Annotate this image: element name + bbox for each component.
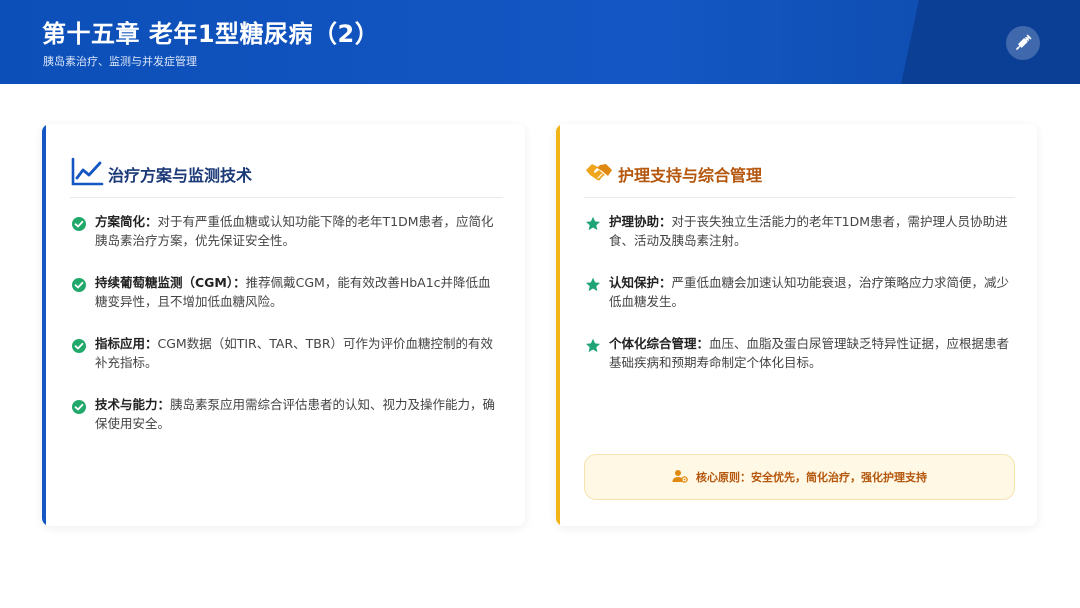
nursing-support-card: 护理支持与综合管理 护理协助：对于丧失独立生活能力的老年T1DM患者，需护理人员…	[556, 124, 1037, 526]
star-icon	[586, 216, 600, 231]
item-label: 个体化综合管理：	[609, 336, 710, 351]
treatment-monitoring-card: 治疗方案与监测技术 方案简化：对于有严重低血糖或认知功能下降的老年T1DM患者，…	[42, 124, 525, 526]
syringe-icon	[1006, 26, 1040, 60]
user-cog-icon	[672, 468, 688, 487]
check-circle-icon	[72, 278, 86, 292]
card-title: 护理支持与综合管理	[618, 165, 763, 185]
header-accent-shape	[901, 0, 1080, 84]
star-icon	[586, 277, 600, 292]
core-principle-box: 核心原则：安全优先，简化治疗，强化护理支持	[584, 454, 1015, 500]
card-accent-bar	[556, 124, 560, 526]
card-accent-bar	[42, 124, 46, 526]
list-item: 方案简化：对于有严重低血糖或认知功能下降的老年T1DM患者，应简化胰岛素治疗方案…	[70, 212, 503, 273]
page-title: 第十五章 老年1型糖尿病（2）	[42, 20, 380, 48]
check-circle-icon	[72, 400, 86, 414]
check-circle-icon	[72, 339, 86, 353]
item-label: 技术与能力：	[95, 397, 171, 412]
list-item: 指标应用：CGM数据（如TIR、TAR、TBR）可作为评价血糖控制的有效补充指标…	[70, 334, 503, 395]
card-title: 治疗方案与监测技术	[108, 165, 253, 185]
treatment-list: 方案简化：对于有严重低血糖或认知功能下降的老年T1DM患者，应简化胰岛素治疗方案…	[70, 212, 503, 456]
page-header: 第十五章 老年1型糖尿病（2） 胰岛素治疗、监测与并发症管理	[0, 0, 1080, 84]
list-item: 护理协助：对于丧失独立生活能力的老年T1DM患者，需护理人员协助进食、活动及胰岛…	[584, 212, 1015, 273]
list-item: 技术与能力：胰岛素泵应用需综合评估患者的认知、视力及操作能力，确保使用安全。	[70, 395, 503, 456]
item-label: 认知保护：	[609, 275, 672, 290]
card-header: 治疗方案与监测技术	[70, 150, 503, 198]
item-label: 护理协助：	[609, 214, 672, 229]
star-icon	[586, 338, 600, 353]
page-subtitle: 胰岛素治疗、监测与并发症管理	[43, 55, 197, 68]
card-header: 护理支持与综合管理	[584, 150, 1015, 198]
item-label: 方案简化：	[95, 214, 158, 229]
item-label: 持续葡萄糖监测（CGM）：	[95, 275, 246, 290]
chart-line-icon	[70, 157, 104, 191]
nursing-list: 护理协助：对于丧失独立生活能力的老年T1DM患者，需护理人员协助进食、活动及胰岛…	[584, 212, 1015, 395]
core-principle-text: 核心原则：安全优先，简化治疗，强化护理支持	[696, 471, 927, 484]
list-item: 个体化综合管理：血压、血脂及蛋白尿管理缺乏特异性证据，应根据患者基础疾病和预期寿…	[584, 334, 1015, 395]
check-circle-icon	[72, 217, 86, 231]
list-item: 持续葡萄糖监测（CGM）：推荐佩戴CGM，能有效改善HbA1c并降低血糖变异性，…	[70, 273, 503, 334]
item-label: 指标应用：	[95, 336, 158, 351]
handshake-icon	[584, 159, 614, 189]
list-item: 认知保护：严重低血糖会加速认知功能衰退，治疗策略应力求简便，减少低血糖发生。	[584, 273, 1015, 334]
